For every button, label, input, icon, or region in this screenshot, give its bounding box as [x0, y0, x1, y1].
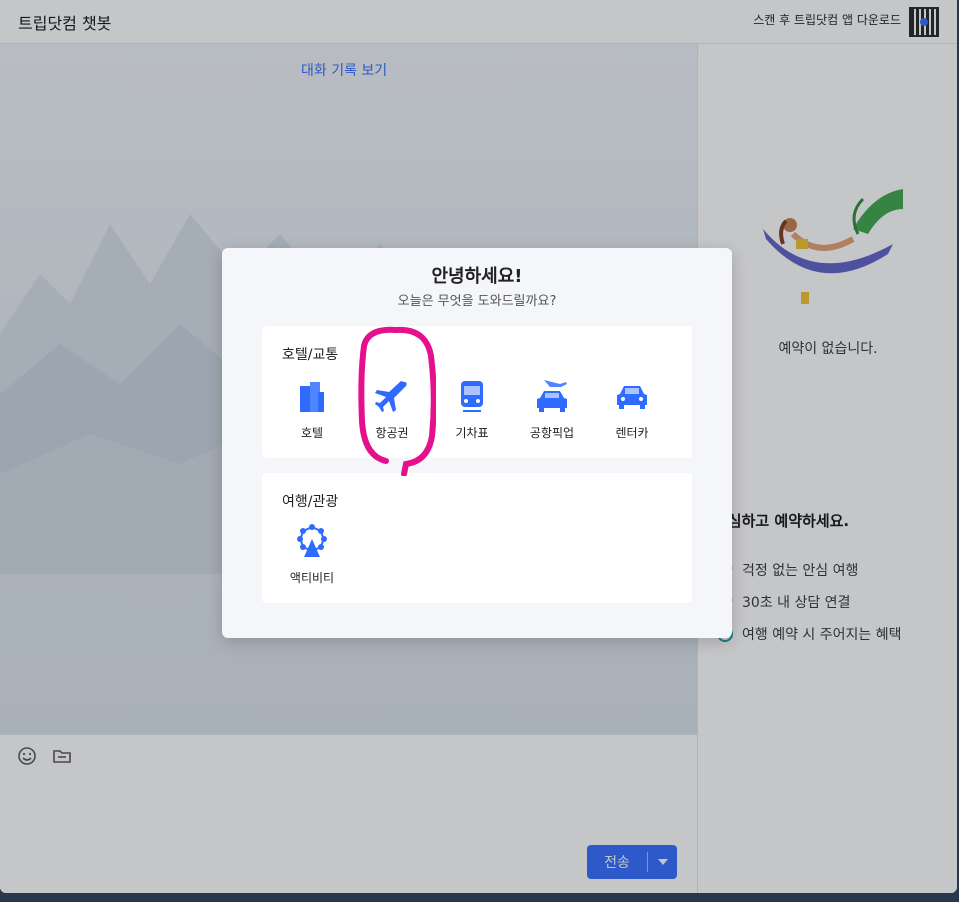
- train-icon: [461, 381, 483, 412]
- welcome-modal: 안녕하세요! 오늘은 무엇을 도와드릴까요? 호텔/교통 호텔 항공권 기차표 …: [222, 248, 732, 638]
- section-title: 호텔/교통: [282, 347, 339, 363]
- category-label: 액티비티: [289, 571, 335, 585]
- car-rental-icon: [617, 386, 647, 409]
- category-card-travel-tour: 여행/관광 액티비티: [262, 473, 692, 603]
- airport-pickup-icon: [537, 380, 567, 412]
- hand-drawn-highlight-annotation: [358, 326, 436, 476]
- category-label: 기차표: [455, 426, 489, 440]
- modal-title: 안녕하세요!: [431, 266, 523, 287]
- category-card-hotel-transport: 호텔/교통 호텔 항공권 기차표 공항픽업 렌터카: [262, 326, 692, 458]
- category-activity[interactable]: 액티비티: [277, 523, 347, 586]
- category-airport-pickup[interactable]: 공항픽업: [517, 378, 587, 441]
- category-label: 공항픽업: [529, 426, 575, 440]
- category-hotel[interactable]: 호텔: [277, 378, 347, 441]
- section-title: 여행/관광: [282, 494, 339, 510]
- category-label: 렌터카: [615, 426, 649, 440]
- hotel-icon: [300, 382, 324, 412]
- ferris-wheel-icon: [297, 524, 327, 557]
- category-train[interactable]: 기차표: [437, 378, 507, 441]
- category-label: 호텔: [300, 426, 324, 440]
- modal-subtitle: 오늘은 무엇을 도와드릴까요?: [397, 294, 557, 309]
- category-car-rental[interactable]: 렌터카: [597, 378, 667, 441]
